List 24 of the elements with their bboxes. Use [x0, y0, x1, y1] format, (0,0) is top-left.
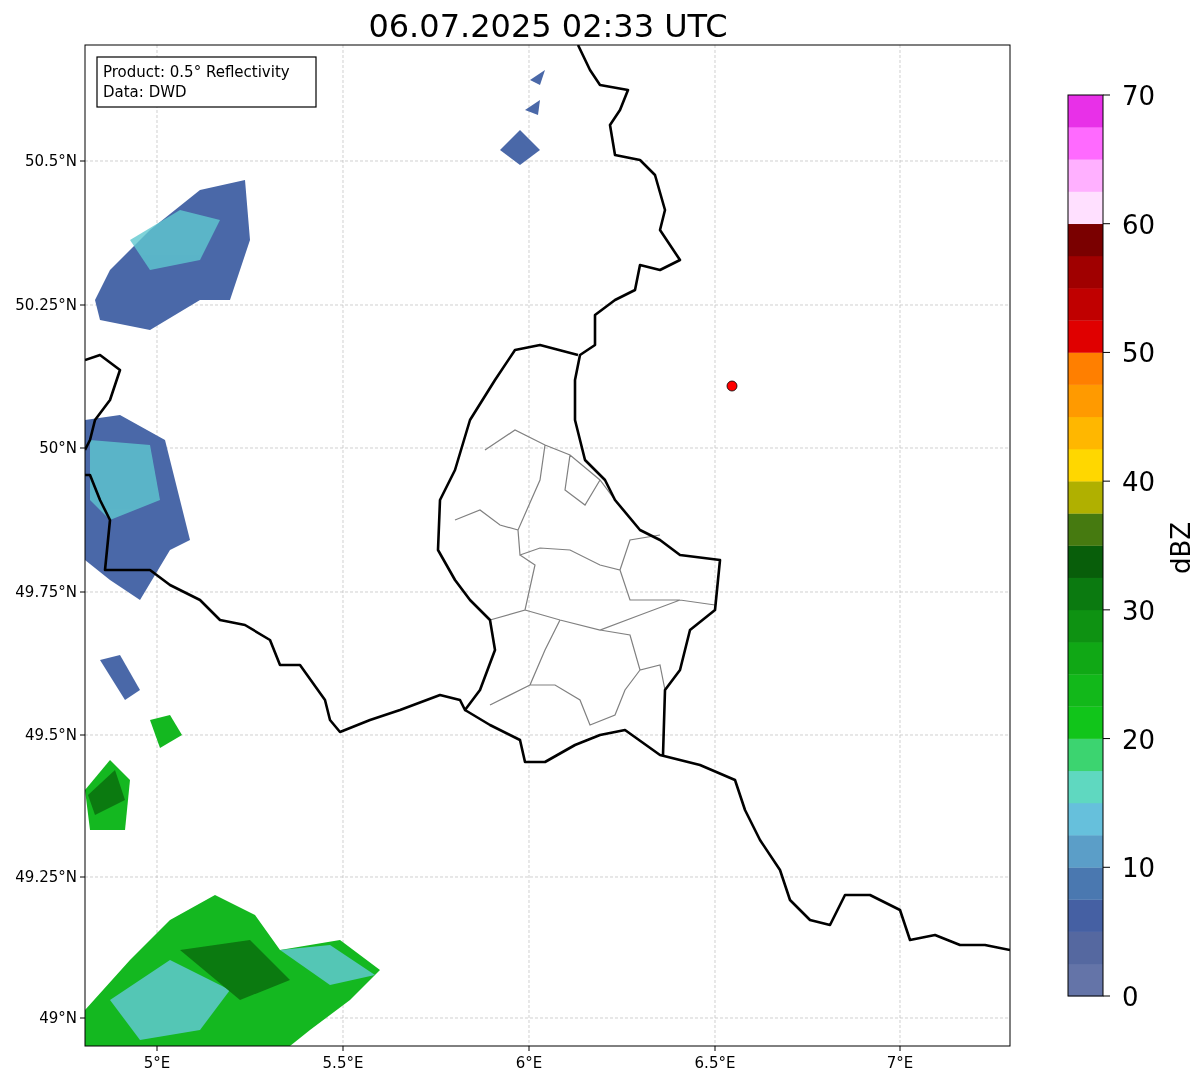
longitude-label: 6.5°E	[694, 1054, 736, 1072]
colorbar-tick-label: 70	[1122, 81, 1156, 111]
latitude-label: 50.5°N	[24, 152, 77, 170]
latitude-label: 49.75°N	[15, 583, 77, 601]
longitude-label: 5°E	[143, 1054, 171, 1072]
colorbar-tick-label: 40	[1122, 467, 1156, 498]
colorbar-tick-label: 30	[1122, 595, 1156, 626]
longitude-label: 5.5°E	[322, 1054, 364, 1072]
longitude-label: 6°E	[515, 1054, 543, 1072]
colorbar-label: dBZ	[1166, 521, 1196, 575]
latitude-label: 49°N	[39, 1009, 77, 1027]
latitude-label: 49.25°N	[15, 868, 77, 886]
longitude-label: 7°E	[886, 1054, 914, 1072]
latitude-label: 50°N	[39, 439, 77, 457]
latitude-label: 49.5°N	[24, 726, 77, 744]
colorbar-tick-label: 60	[1122, 209, 1156, 240]
colorbar-tick-label: 0	[1122, 982, 1139, 1012]
colorbar-tick-label: 10	[1122, 853, 1156, 884]
legend-text: Data: DWD	[103, 83, 187, 101]
colorbar-tick-label: 20	[1122, 724, 1156, 755]
latitude-label: 50.25°N	[15, 296, 77, 314]
colorbar-tick-label: 50	[1122, 338, 1156, 369]
chart-title: 06.07.2025 02:33 UTC	[368, 7, 728, 45]
legend-text: Product: 0.5° Reflectivity	[103, 63, 290, 81]
